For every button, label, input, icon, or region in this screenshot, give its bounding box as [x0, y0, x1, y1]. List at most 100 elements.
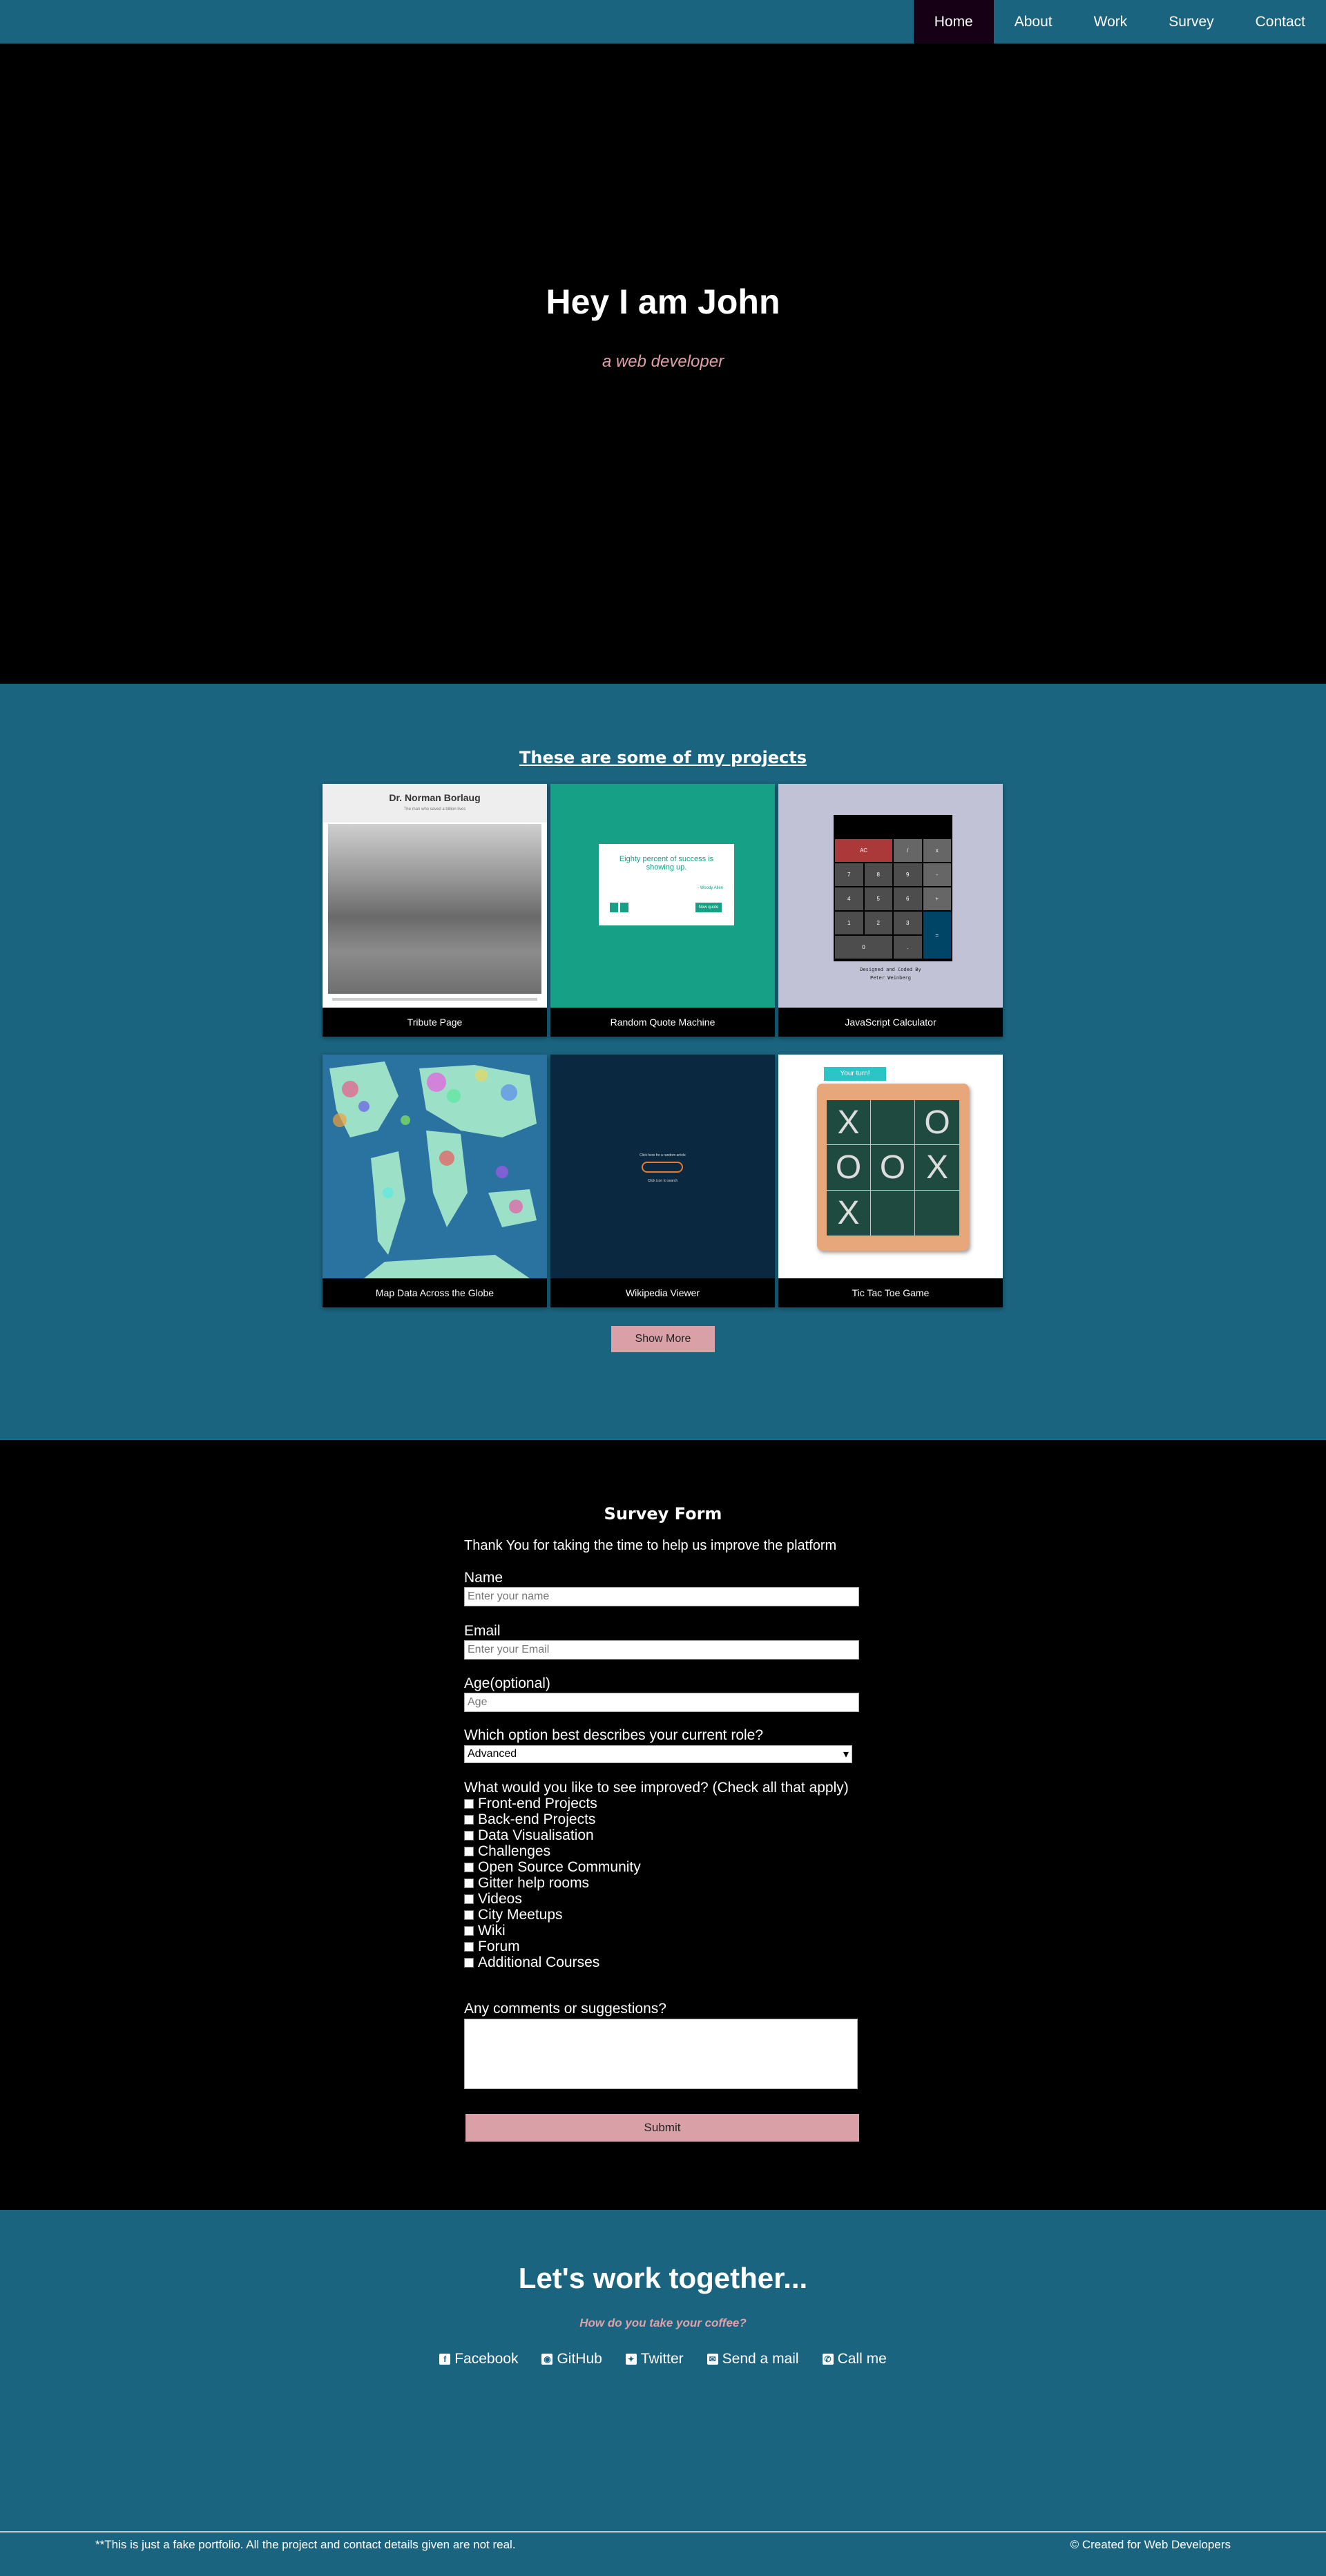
- checkbox[interactable]: [464, 1894, 474, 1904]
- role-dropdown[interactable]: Advanced ▾: [464, 1745, 852, 1763]
- checkbox[interactable]: [464, 1799, 474, 1809]
- calc-credit-1: Designed and Coded By: [860, 967, 921, 972]
- facebook-link[interactable]: f Facebook: [439, 2351, 518, 2367]
- nav-list: Home About Work Survey Contact: [913, 0, 1326, 44]
- checkbox-label: Videos: [478, 1891, 522, 1907]
- ttt-turn-badge: Your turn!: [824, 1067, 886, 1081]
- comments-textarea[interactable]: [464, 2019, 858, 2089]
- quote-thumb-new: New quote: [695, 903, 722, 912]
- comments-label: Any comments or suggestions?: [464, 2001, 666, 2017]
- mail-link[interactable]: ✉ Send a mail: [707, 2351, 799, 2367]
- calc-key: /: [894, 839, 922, 862]
- checkbox-option[interactable]: Open Source Community: [464, 1859, 641, 1875]
- checkbox-option[interactable]: Back-end Projects: [464, 1811, 595, 1827]
- name-input[interactable]: [464, 1587, 859, 1606]
- nav-about[interactable]: About: [994, 0, 1073, 44]
- github-link[interactable]: ◉ GitHub: [541, 2351, 602, 2367]
- calc-key: .: [894, 936, 922, 959]
- ttt-cell: [871, 1190, 915, 1236]
- checkbox-option[interactable]: Challenges: [464, 1843, 551, 1859]
- hero-section: Hey I am John a web developer: [0, 44, 1326, 684]
- checkbox-option[interactable]: Data Visualisation: [464, 1827, 594, 1843]
- project-tile-calculator[interactable]: AC / x 7 8 9 - 4 5 6 + 1 2 3 = 0 . Desig…: [778, 784, 1003, 1037]
- calc-key: +: [923, 887, 951, 910]
- tile-caption: Map Data Across the Globe: [375, 1287, 494, 1298]
- ttt-cell: [915, 1191, 959, 1236]
- checkbox-label: Front-end Projects: [478, 1796, 597, 1811]
- checkbox[interactable]: [464, 1815, 474, 1825]
- tribute-photo: [328, 824, 541, 994]
- calc-key: 1: [835, 912, 863, 934]
- ttt-cell: O: [915, 1100, 959, 1146]
- calc-key: x: [923, 839, 951, 862]
- ttt-board: X O O O X X: [827, 1100, 959, 1236]
- calc-key: 5: [864, 887, 892, 910]
- checkbox-label: Wiki: [478, 1923, 506, 1939]
- quote-thumb-text: Eighty percent of success is showing up.: [619, 855, 714, 872]
- nav-home[interactable]: Home: [913, 0, 994, 44]
- show-more-button[interactable]: Show More: [611, 1326, 715, 1352]
- tribute-thumb-title: Dr. Norman Borlaug: [389, 792, 481, 803]
- checkbox-label: Challenges: [478, 1843, 551, 1859]
- twitter-link[interactable]: ✦ Twitter: [625, 2351, 684, 2367]
- role-label: Which option best describes your current…: [464, 1727, 764, 1743]
- checkbox-option[interactable]: Front-end Projects: [464, 1796, 597, 1811]
- mail-icon: ✉: [707, 2354, 718, 2365]
- checkbox-option[interactable]: Videos: [464, 1891, 522, 1907]
- checkbox[interactable]: [464, 1910, 474, 1920]
- calc-key: =: [923, 912, 951, 959]
- checkbox[interactable]: [464, 1878, 474, 1888]
- map-thumbnail: [323, 1055, 547, 1278]
- link-label: Facebook: [454, 2351, 519, 2367]
- checkbox[interactable]: [464, 1926, 474, 1936]
- ttt-cell: X: [827, 1190, 871, 1236]
- name-label: Name: [464, 1570, 503, 1586]
- checkbox-option[interactable]: Gitter help rooms: [464, 1875, 590, 1891]
- tribute-thumbnail: Dr. Norman Borlaug The man who saved a b…: [323, 784, 547, 1008]
- nav-work[interactable]: Work: [1073, 0, 1149, 44]
- wiki-search-box: [642, 1162, 683, 1173]
- checkbox-label: Gitter help rooms: [478, 1875, 590, 1891]
- age-label: Age(optional): [464, 1675, 550, 1691]
- tile-caption: JavaScript Calculator: [845, 1017, 936, 1028]
- project-tile-map[interactable]: Map Data Across the Globe: [323, 1055, 547, 1307]
- checkbox-option[interactable]: Forum: [464, 1939, 520, 1954]
- ttt-cell: O: [871, 1145, 915, 1191]
- email-input[interactable]: [464, 1640, 859, 1660]
- checkbox-label: Open Source Community: [478, 1859, 641, 1875]
- project-tile-tictactoe[interactable]: Your turn! X O O O X X Tic Tac Toe Game: [778, 1055, 1003, 1307]
- twitter-icon: ✦: [625, 2354, 637, 2365]
- wiki-thumb-top: Click here for a random article: [640, 1153, 686, 1157]
- wiki-thumb-bottom: Click icon to search: [647, 1179, 678, 1183]
- checkbox[interactable]: [464, 1958, 474, 1968]
- projects-section: These are some of my projects Dr. Norman…: [0, 684, 1326, 1440]
- calc-key: 9: [894, 863, 922, 886]
- nav-contact[interactable]: Contact: [1235, 0, 1326, 44]
- checkbox-option[interactable]: City Meetups: [464, 1907, 563, 1923]
- checkbox-option[interactable]: Wiki: [464, 1923, 506, 1939]
- checkbox[interactable]: [464, 1863, 474, 1872]
- ttt-cell: O: [827, 1145, 871, 1191]
- calc-key: 0: [835, 936, 892, 959]
- tile-caption: Random Quote Machine: [610, 1017, 715, 1028]
- project-tile-tribute[interactable]: Dr. Norman Borlaug The man who saved a b…: [323, 784, 547, 1037]
- checkbox[interactable]: [464, 1831, 474, 1840]
- calc-key: 4: [835, 887, 863, 910]
- navbar: Home About Work Survey Contact: [0, 0, 1326, 44]
- call-link[interactable]: ✆ Call me: [822, 2351, 887, 2367]
- github-icon: ◉: [541, 2354, 553, 2365]
- calc-credit-2: Peter Weinberg: [869, 975, 911, 981]
- calc-key: 2: [864, 912, 892, 934]
- survey-title: Survey Form: [604, 1504, 722, 1524]
- project-tile-quote[interactable]: Eighty percent of success is showing up.…: [550, 784, 775, 1037]
- age-input[interactable]: [464, 1693, 859, 1712]
- submit-button[interactable]: Submit: [465, 2114, 859, 2142]
- project-tile-wikipedia[interactable]: Click here for a random article Click ic…: [550, 1055, 775, 1307]
- checkbox[interactable]: [464, 1847, 474, 1856]
- ttt-cell: X: [827, 1100, 871, 1146]
- ttt-cell: X: [915, 1145, 959, 1191]
- link-label: Call me: [837, 2351, 887, 2367]
- checkbox[interactable]: [464, 1942, 474, 1952]
- nav-survey[interactable]: Survey: [1148, 0, 1234, 44]
- checkbox-option[interactable]: Additional Courses: [464, 1954, 599, 1970]
